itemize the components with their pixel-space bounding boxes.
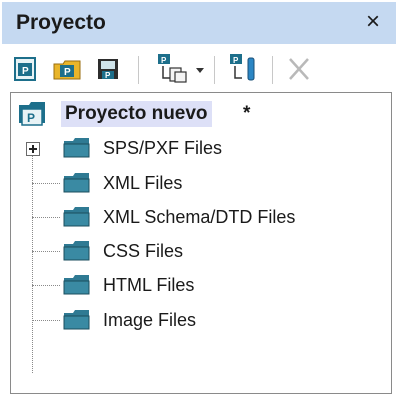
tree-connector <box>32 217 60 218</box>
project-toolbar: P P P P P <box>2 44 396 92</box>
project-properties-icon: P <box>230 54 255 81</box>
tree-connector <box>32 251 60 252</box>
folder-label: HTML Files <box>103 275 195 295</box>
tree-root[interactable]: P Proyecto nuevo * <box>11 93 391 127</box>
svg-text:P: P <box>233 56 239 65</box>
chevron-down-icon <box>196 68 204 73</box>
toolbar-separator <box>272 56 273 84</box>
tree-folder-xml-schema-dtd[interactable]: XML Schema/DTD Files <box>11 200 391 234</box>
tree-connector <box>32 183 60 184</box>
close-icon[interactable]: × <box>360 8 386 36</box>
folder-icon <box>63 241 90 261</box>
new-project-button[interactable]: P <box>12 54 40 84</box>
folder-icon <box>63 275 90 295</box>
new-project-icon: P <box>14 57 36 81</box>
tree-folder-image[interactable]: Image Files <box>11 303 391 337</box>
project-panel: Proyecto × P P P P P P Proyecto nuevo * … <box>0 0 398 402</box>
tree-folder-sps-pxf[interactable]: SPS/PXF Files <box>11 131 391 165</box>
folder-icon <box>63 207 90 227</box>
svg-text:P: P <box>105 71 111 80</box>
folder-label: SPS/PXF Files <box>103 138 223 158</box>
tree-folder-xml[interactable]: XML Files <box>11 166 391 200</box>
toolbar-separator <box>138 56 139 84</box>
save-project-icon: P <box>98 59 118 80</box>
panel-title: Proyecto <box>16 11 106 34</box>
folder-icon <box>63 138 90 158</box>
folder-icon <box>63 310 90 330</box>
folder-label: Image Files <box>103 310 197 330</box>
folder-label: CSS Files <box>103 241 184 261</box>
svg-text:P: P <box>27 111 35 125</box>
toolbar-separator <box>214 56 215 84</box>
svg-text:P: P <box>161 56 167 65</box>
svg-text:P: P <box>22 66 29 77</box>
tree-connector <box>32 285 60 286</box>
tree-connector <box>32 320 60 321</box>
delete-button[interactable] <box>284 54 314 84</box>
add-files-button[interactable]: P <box>148 54 210 84</box>
folder-icon <box>63 173 90 193</box>
svg-text:P: P <box>64 67 71 78</box>
folder-label: XML Files <box>103 173 183 193</box>
project-icon: P <box>19 102 45 126</box>
project-properties-button[interactable]: P <box>224 54 264 84</box>
project-tree: P Proyecto nuevo * SPS/PXF Files XML Fil… <box>10 92 392 394</box>
modified-marker: * <box>243 103 251 124</box>
save-project-button[interactable]: P <box>94 54 122 84</box>
panel-title-bar: Proyecto × <box>2 2 396 44</box>
open-project-icon: P <box>53 60 81 80</box>
add-files-icon: P <box>158 54 204 83</box>
delete-icon <box>289 58 309 80</box>
root-label: Proyecto nuevo <box>61 101 212 127</box>
tree-folder-html[interactable]: HTML Files <box>11 268 391 302</box>
open-project-button[interactable]: P <box>52 54 84 84</box>
folder-label: XML Schema/DTD Files <box>103 207 296 227</box>
tree-folder-css[interactable]: CSS Files <box>11 234 391 268</box>
expand-icon[interactable] <box>26 142 40 156</box>
